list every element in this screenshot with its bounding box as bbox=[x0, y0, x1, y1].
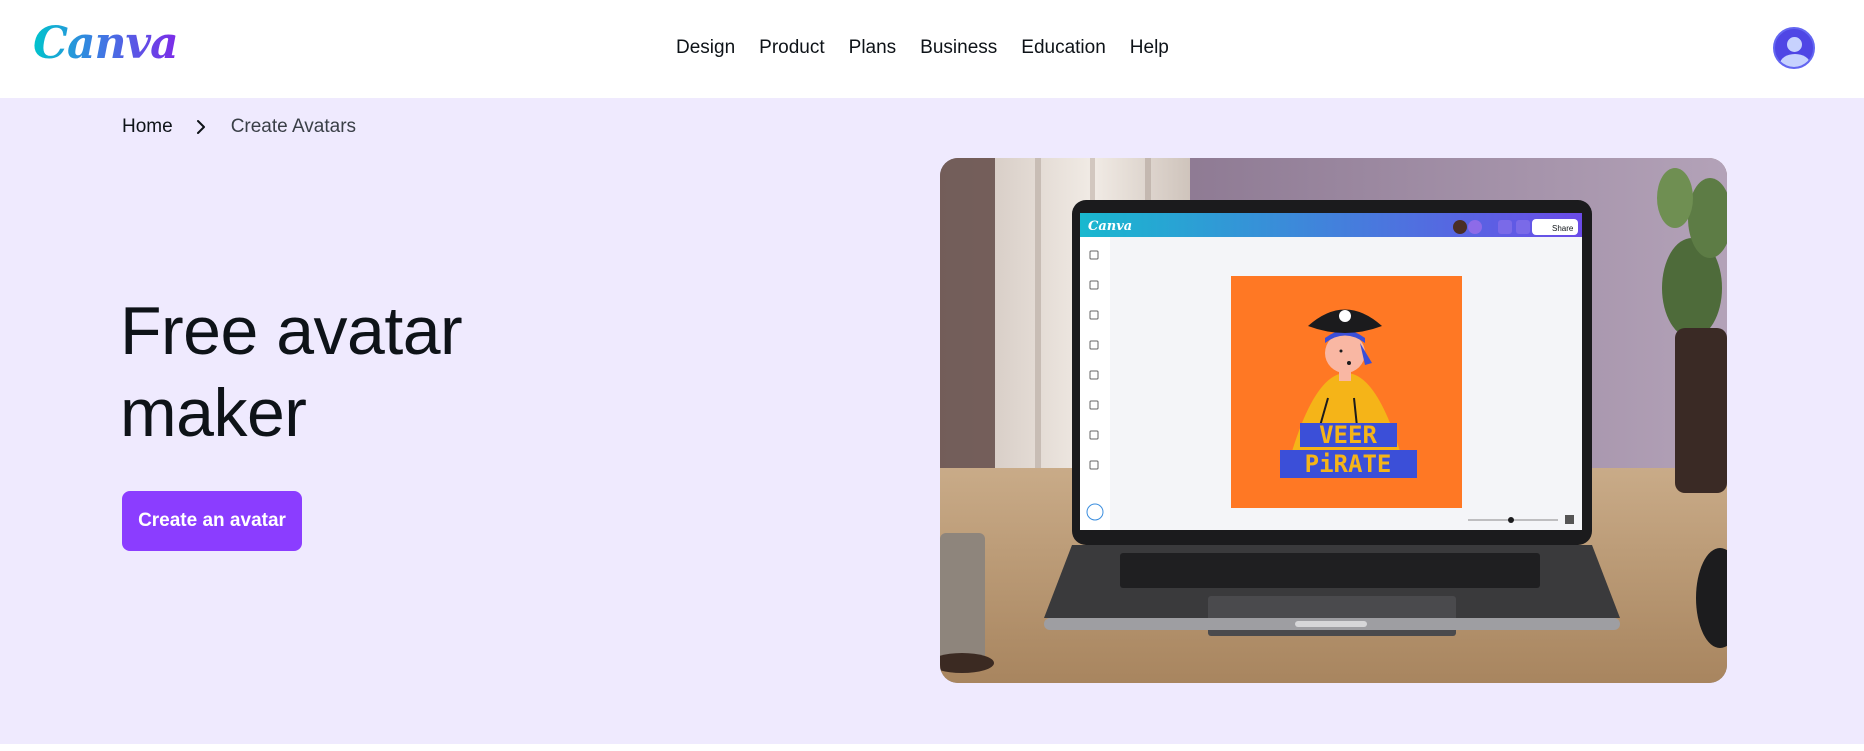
nav-product[interactable]: Product bbox=[747, 36, 836, 60]
hero-illustration: Canva Share VEER PiRATE bbox=[940, 158, 1727, 683]
top-navigation-bar: Canva Design Product Plans Business Educ… bbox=[0, 0, 1864, 98]
hero-section: Home Create Avatars Free avatar maker Cr… bbox=[0, 98, 1864, 744]
nav-design[interactable]: Design bbox=[676, 36, 747, 60]
nav-plans[interactable]: Plans bbox=[837, 36, 909, 60]
create-avatar-button[interactable]: Create an avatar bbox=[122, 491, 302, 551]
app-logo-text: Canva bbox=[1088, 219, 1132, 234]
avatar-head-shape bbox=[1787, 37, 1802, 52]
canva-logo[interactable]: Canva bbox=[33, 18, 179, 69]
poster-line-2: PiRATE bbox=[1305, 450, 1392, 478]
main-nav: Design Product Plans Business Education … bbox=[676, 36, 1181, 60]
avatar-body-shape bbox=[1780, 54, 1810, 67]
laptop-scene-image: Canva Share VEER PiRATE bbox=[940, 158, 1727, 683]
poster-line-1: VEER bbox=[1319, 421, 1377, 449]
share-label: Share bbox=[1552, 224, 1574, 233]
chevron-right-icon bbox=[196, 120, 205, 134]
nav-business[interactable]: Business bbox=[908, 36, 1009, 60]
user-avatar[interactable] bbox=[1773, 27, 1815, 69]
page-title: Free avatar maker bbox=[120, 293, 463, 451]
nav-help[interactable]: Help bbox=[1118, 36, 1181, 60]
breadcrumb-home-link[interactable]: Home bbox=[122, 116, 173, 138]
breadcrumb: Home Create Avatars bbox=[122, 116, 356, 138]
nav-education[interactable]: Education bbox=[1009, 36, 1118, 60]
breadcrumb-current: Create Avatars bbox=[230, 116, 357, 137]
